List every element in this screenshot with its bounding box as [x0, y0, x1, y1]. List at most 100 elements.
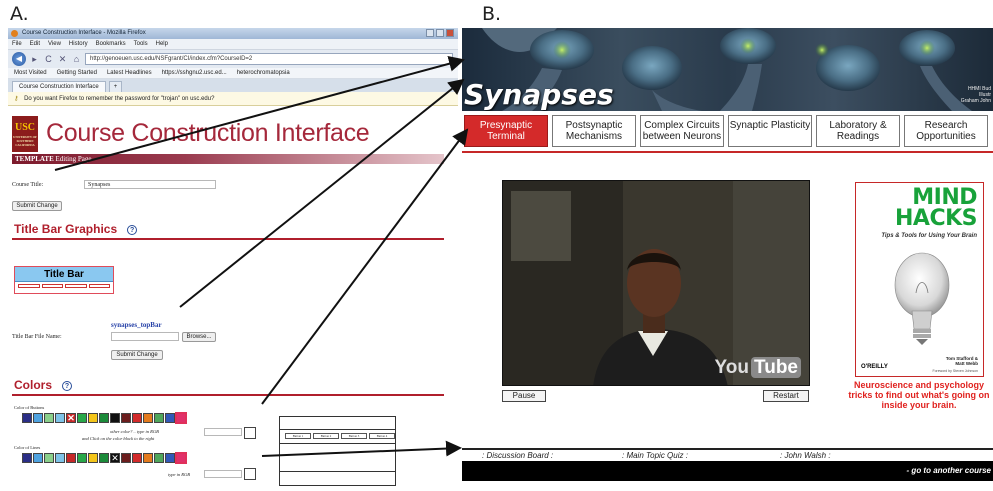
color-swatch[interactable] — [165, 413, 175, 423]
help-icon[interactable]: ? — [62, 380, 73, 391]
nav-presynaptic-terminal[interactable]: Presynaptic Terminal — [464, 115, 548, 147]
color-swatch[interactable] — [121, 453, 131, 463]
bookmark-most-visited[interactable]: Most Visited — [14, 68, 47, 78]
nav-rule — [462, 151, 993, 153]
color-swatch[interactable] — [66, 453, 76, 463]
nav-postsynaptic-mechanisms[interactable]: Postsynaptic Mechanisms — [552, 115, 636, 147]
panel-label-a: A. — [10, 3, 29, 25]
course-title-input[interactable]: Synapses — [84, 180, 216, 189]
go-to-another-course-link[interactable]: - go to another course — [907, 466, 991, 475]
page-title: Course Construction Interface — [46, 119, 370, 147]
color-swatch[interactable] — [99, 453, 109, 463]
menu-bookmarks[interactable]: Bookmarks — [96, 39, 126, 49]
color-swatch[interactable] — [33, 413, 43, 423]
minimize-icon[interactable] — [426, 29, 434, 37]
menu-view[interactable]: View — [48, 39, 61, 49]
color-swatch[interactable] — [77, 453, 87, 463]
course-title-label: Course Title: — [12, 182, 44, 188]
color-swatch[interactable] — [154, 413, 164, 423]
menu-edit[interactable]: Edit — [30, 39, 40, 49]
cci-page: USC UNIVERSITY OF SOUTHERN CALIFORNIA Co… — [8, 106, 458, 486]
submit-change-button-2[interactable]: Submit Change — [111, 350, 163, 360]
color-swatch[interactable] — [55, 413, 65, 423]
pause-button[interactable]: Pause — [502, 390, 546, 402]
back-button[interactable]: ◀ — [12, 52, 26, 66]
button-color-swatches: ✕ — [22, 413, 186, 423]
home-icon[interactable]: ⌂ — [71, 54, 82, 64]
color-of-lines-label: Color of Lines — [14, 445, 41, 450]
color-swatch[interactable] — [44, 453, 54, 463]
menu-help[interactable]: Help — [156, 39, 168, 49]
bookmark-latest-headlines[interactable]: Latest Headlines — [107, 68, 152, 78]
color-swatch[interactable] — [176, 413, 186, 423]
maximize-icon[interactable] — [436, 29, 444, 37]
color-swatch[interactable] — [22, 453, 32, 463]
color-swatch[interactable] — [132, 413, 142, 423]
password-notification: ⚷ Do you want Firefox to remember the pa… — [8, 92, 458, 106]
restart-button[interactable]: Restart — [763, 390, 809, 402]
preview-button-1: Button 1 — [285, 433, 311, 439]
color-swatch[interactable] — [77, 413, 87, 423]
color-swatch[interactable]: ✕ — [110, 453, 120, 463]
footer-links: : Discussion Board : : Main Topic Quiz :… — [462, 448, 993, 461]
bookmark-sshgnu[interactable]: https://sshgnu2.usc.ed... — [162, 68, 227, 78]
color-swatch[interactable] — [44, 413, 54, 423]
section-rule — [12, 238, 444, 240]
stop-icon[interactable]: ✕ — [57, 54, 68, 65]
youtube-logo: You Tube — [715, 357, 801, 379]
browse-button[interactable]: Browse... — [182, 332, 216, 342]
color-swatch[interactable] — [143, 413, 153, 423]
forward-icon[interactable]: ▸ — [29, 54, 40, 65]
mind-hacks-book[interactable]: MIND HACKS Tips & Tools for Using Your B… — [855, 182, 984, 377]
submit-change-button[interactable]: Submit Change — [12, 201, 62, 211]
line-rgb-input[interactable] — [204, 470, 242, 478]
menu-tools[interactable]: Tools — [134, 39, 148, 49]
preview-button-2: Button 2 — [313, 433, 339, 439]
color-swatch[interactable] — [33, 453, 43, 463]
nav-synaptic-plasticity[interactable]: Synaptic Plasticity — [728, 115, 812, 147]
color-swatch[interactable] — [55, 453, 65, 463]
layout-preview: Button 1 Button 2 Button 3 Button 4 — [279, 416, 396, 486]
preview-button-3: Button 3 — [341, 433, 367, 439]
color-swatch[interactable] — [88, 413, 98, 423]
color-swatch[interactable] — [88, 453, 98, 463]
title-bar-graphics-heading: Title Bar Graphics? — [14, 222, 138, 236]
title-bar-preview-label: Title Bar — [15, 267, 113, 282]
close-icon[interactable] — [446, 29, 454, 37]
reload-icon[interactable]: C — [43, 54, 54, 64]
help-icon[interactable]: ? — [127, 224, 138, 235]
menu-history[interactable]: History — [69, 39, 88, 49]
illustration-credit: HHMI Bud Illustr Graham John — [960, 86, 991, 104]
bookmark-heterochromatopsia[interactable]: heterochromatopsia — [237, 68, 290, 78]
video-player[interactable]: You Tube — [502, 180, 810, 386]
window-title: Course Construction Interface - Mozilla … — [22, 30, 146, 36]
template-editing-label: TEMPLATE Editing Page — [15, 155, 92, 163]
custom-button-color-block[interactable] — [244, 427, 256, 439]
color-swatch[interactable] — [22, 413, 32, 423]
color-swatch[interactable] — [121, 413, 131, 423]
colors-heading: Colors? — [14, 378, 73, 392]
nav-laboratory-readings[interactable]: Laboratory & Readings — [816, 115, 900, 147]
color-swatch[interactable] — [154, 453, 164, 463]
custom-line-color-block[interactable] — [244, 468, 256, 480]
button-rgb-input[interactable] — [204, 428, 242, 436]
color-swatch[interactable]: ✕ — [66, 413, 76, 423]
tab-course-construction[interactable]: Course Construction Interface — [12, 81, 106, 92]
url-bar[interactable]: http://genoeuen.usc.edu/NSFgrant/CI/inde… — [85, 53, 453, 65]
nav-complex-circuits[interactable]: Complex Circuits between Neurons — [640, 115, 724, 147]
color-swatch[interactable] — [165, 453, 175, 463]
title-bar-file-input[interactable] — [111, 332, 179, 341]
color-swatch[interactable] — [110, 413, 120, 423]
new-tab-button[interactable]: + — [108, 81, 123, 92]
menu-file[interactable]: File — [12, 39, 22, 49]
title-bar-file-link[interactable]: synapses_topBar — [111, 321, 162, 329]
navigation-toolbar: ◀ ▸ C ✕ ⌂ http://genoeuen.usc.edu/NSFgra… — [8, 50, 458, 68]
color-swatch[interactable] — [143, 453, 153, 463]
tab-strip: Course Construction Interface + — [8, 79, 458, 92]
color-swatch[interactable] — [176, 453, 186, 463]
other-color-text: other color? .. type in RGB — [110, 429, 159, 434]
color-swatch[interactable] — [99, 413, 109, 423]
bookmark-getting-started[interactable]: Getting Started — [57, 68, 97, 78]
color-swatch[interactable] — [132, 453, 142, 463]
nav-research-opportunities[interactable]: Research Opportunities — [904, 115, 988, 147]
